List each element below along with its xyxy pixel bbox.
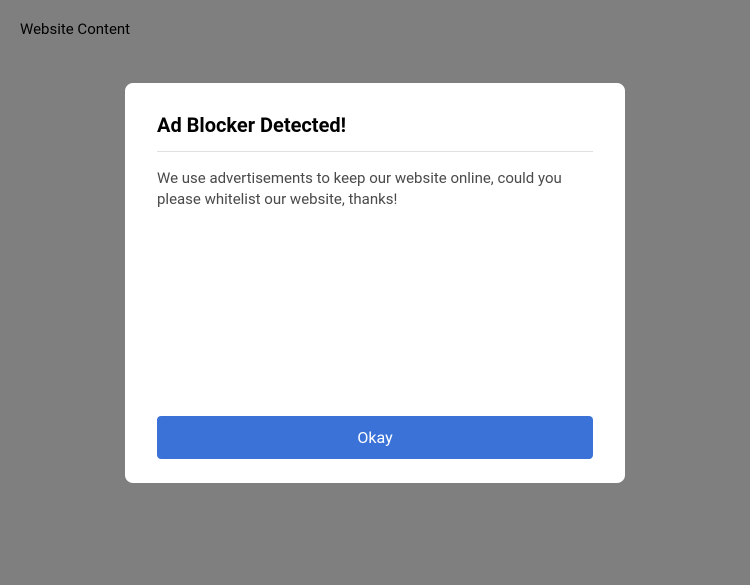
modal-message: We use advertisements to keep our websit… bbox=[157, 168, 593, 416]
modal-overlay: Ad Blocker Detected! We use advertisemen… bbox=[0, 0, 750, 585]
modal-footer: Okay bbox=[157, 416, 593, 459]
adblock-modal: Ad Blocker Detected! We use advertisemen… bbox=[125, 83, 625, 483]
modal-divider bbox=[157, 151, 593, 152]
modal-title: Ad Blocker Detected! bbox=[157, 113, 593, 137]
okay-button[interactable]: Okay bbox=[157, 416, 593, 459]
